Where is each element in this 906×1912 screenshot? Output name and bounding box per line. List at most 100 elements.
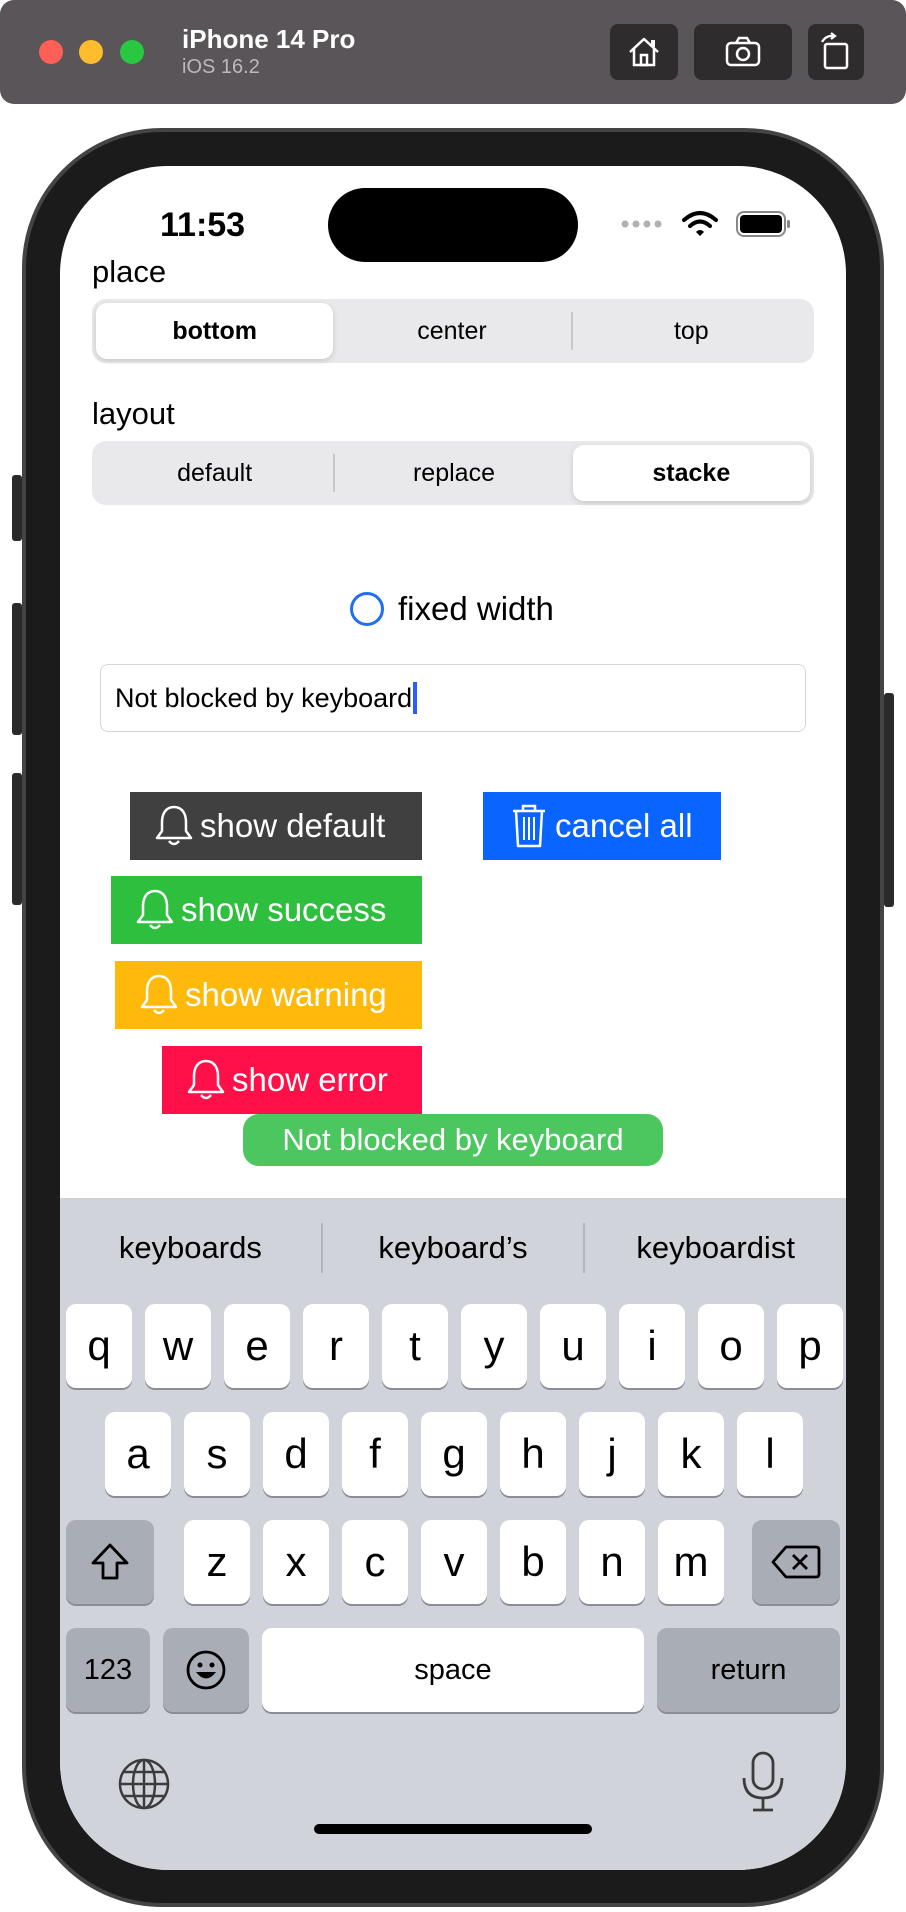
place-label: place	[92, 254, 167, 289]
battery-icon	[736, 211, 790, 237]
dynamic-island	[328, 188, 578, 262]
key-n[interactable]: n	[579, 1520, 645, 1604]
microphone-icon	[742, 1751, 784, 1812]
key-l[interactable]: l	[737, 1412, 803, 1496]
volume-up-button	[12, 603, 22, 735]
screenshot-button[interactable]	[694, 24, 792, 80]
layout-label: layout	[92, 396, 175, 431]
key-f[interactable]: f	[342, 1412, 408, 1496]
suggestion-item[interactable]: keyboardist	[585, 1230, 846, 1266]
show-error-button[interactable]: show error	[162, 1046, 422, 1114]
key-o[interactable]: o	[698, 1304, 764, 1388]
cancel-all-button[interactable]: cancel all	[483, 792, 721, 860]
emoji-icon	[186, 1650, 226, 1690]
key-g[interactable]: g	[421, 1412, 487, 1496]
key-u[interactable]: u	[540, 1304, 606, 1388]
place-option-bottom[interactable]: bottom	[96, 303, 334, 359]
home-indicator	[314, 1824, 592, 1834]
shift-key[interactable]	[66, 1520, 154, 1604]
zoom-window-button[interactable]	[120, 40, 144, 64]
show-warning-label: show warning	[185, 976, 387, 1013]
status-icons	[620, 210, 792, 238]
close-window-button[interactable]	[39, 40, 63, 64]
key-b[interactable]: b	[500, 1520, 566, 1604]
fixed-width-toggle[interactable]: fixed width	[350, 590, 554, 628]
bell-icon	[140, 974, 178, 1015]
key-m[interactable]: m	[658, 1520, 724, 1604]
key-d[interactable]: d	[263, 1412, 329, 1496]
rotate-button[interactable]	[808, 24, 864, 80]
key-x[interactable]: x	[263, 1520, 329, 1604]
key-a[interactable]: a	[105, 1412, 171, 1496]
layout-option-replace[interactable]: replace	[335, 445, 572, 501]
device-name: iPhone 14 Pro	[182, 24, 356, 54]
key-q[interactable]: q	[66, 1304, 132, 1388]
suggestion-item[interactable]: keyboard’s	[323, 1230, 584, 1266]
place-option-top[interactable]: top	[573, 303, 810, 359]
power-side-button	[884, 693, 894, 907]
screenshot-icon	[725, 36, 761, 67]
home-icon	[629, 37, 659, 67]
show-default-label: show default	[200, 807, 386, 844]
phone-screen: 11:53 place bottom center top layout def…	[60, 166, 846, 1870]
minimize-window-button[interactable]	[79, 40, 103, 64]
message-text-field[interactable]: Not blocked by keyboard	[100, 664, 806, 732]
key-v[interactable]: v	[421, 1520, 487, 1604]
fixed-width-radio[interactable]	[350, 592, 384, 626]
status-time: 11:53	[160, 206, 246, 244]
home-button[interactable]	[610, 24, 678, 80]
action-side-button	[12, 475, 22, 541]
key-r[interactable]: r	[303, 1304, 369, 1388]
toast-notification[interactable]: Not blocked by keyboard	[243, 1114, 663, 1166]
key-c[interactable]: c	[342, 1520, 408, 1604]
emoji-key[interactable]	[163, 1628, 249, 1712]
volume-down-button	[12, 773, 22, 905]
fixed-width-label: fixed width	[398, 590, 554, 627]
globe-icon	[118, 1758, 170, 1810]
key-w[interactable]: w	[145, 1304, 211, 1388]
text-caret	[413, 682, 418, 714]
show-warning-button[interactable]: show warning	[115, 961, 422, 1029]
show-default-button[interactable]: show default	[130, 792, 422, 860]
place-option-center[interactable]: center	[333, 303, 570, 359]
globe-button[interactable]	[116, 1756, 172, 1812]
layout-option-stacke[interactable]: stacke	[572, 445, 810, 501]
key-i[interactable]: i	[619, 1304, 685, 1388]
signal-dots-icon	[621, 220, 662, 228]
shift-arrow-icon	[91, 1543, 129, 1580]
delete-key[interactable]	[752, 1520, 840, 1604]
key-y[interactable]: y	[461, 1304, 527, 1388]
show-success-button[interactable]: show success	[111, 876, 422, 944]
key-e[interactable]: e	[224, 1304, 290, 1388]
suggestion-item[interactable]: keyboards	[60, 1230, 321, 1266]
trash-icon	[513, 804, 545, 848]
key-k[interactable]: k	[658, 1412, 724, 1496]
predictive-suggestions: keyboards keyboard’s keyboardist	[60, 1198, 846, 1298]
space-key[interactable]: space	[262, 1628, 644, 1712]
wifi-icon	[682, 211, 718, 236]
bell-icon	[155, 805, 193, 846]
key-p[interactable]: p	[777, 1304, 843, 1388]
key-h[interactable]: h	[500, 1412, 566, 1496]
layout-segmented-control: default replace stacke	[92, 441, 814, 505]
bell-icon	[136, 889, 174, 930]
key-z[interactable]: z	[184, 1520, 250, 1604]
cancel-all-label: cancel all	[555, 807, 693, 844]
key-s[interactable]: s	[184, 1412, 250, 1496]
os-version: iOS 16.2	[182, 56, 260, 78]
numbers-key[interactable]: 123	[66, 1628, 150, 1712]
dictation-button[interactable]	[738, 1750, 788, 1814]
key-j[interactable]: j	[579, 1412, 645, 1496]
software-keyboard: keyboards keyboard’s keyboardist q w e r…	[60, 1198, 846, 1870]
rotate-icon	[821, 32, 849, 70]
show-success-label: show success	[181, 891, 387, 928]
text-field-value: Not blocked by keyboard	[115, 682, 413, 713]
layout-option-default[interactable]: default	[96, 445, 333, 501]
place-segmented-control: bottom center top	[92, 299, 814, 363]
show-error-label: show error	[232, 1061, 388, 1098]
simulator-titlebar: iPhone 14 Pro iOS 16.2	[0, 0, 906, 104]
return-key[interactable]: return	[657, 1628, 840, 1712]
bell-icon	[187, 1059, 225, 1100]
key-t[interactable]: t	[382, 1304, 448, 1388]
delete-backspace-icon	[771, 1545, 821, 1579]
